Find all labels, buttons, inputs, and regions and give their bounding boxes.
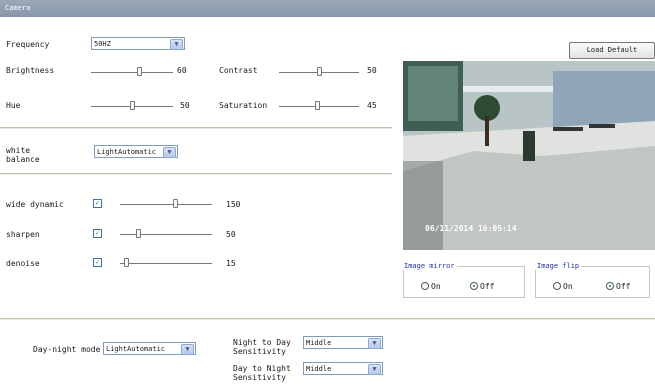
sharpen-value: 50 bbox=[226, 230, 236, 239]
wide-dynamic-slider-track[interactable] bbox=[120, 204, 212, 205]
saturation-slider-thumb[interactable] bbox=[315, 101, 320, 110]
brightness-value: 60 bbox=[177, 66, 187, 75]
video-preview: 06/11/2014 16:05:14 bbox=[403, 61, 655, 250]
day-to-night-select[interactable]: Middle ▼ bbox=[303, 362, 383, 375]
night-to-day-label: Night to Day Sensitivity bbox=[233, 338, 291, 356]
divider bbox=[0, 127, 392, 129]
day-night-mode-label: Day-night mode bbox=[33, 345, 101, 354]
divider bbox=[0, 173, 392, 175]
chevron-down-icon[interactable]: ▼ bbox=[170, 39, 183, 50]
day-to-night-label-line1: Day to Night bbox=[233, 364, 291, 373]
frequency-select[interactable]: 50HZ ▼ bbox=[91, 37, 185, 50]
panel-title: Camera bbox=[5, 4, 31, 12]
image-flip-on-label[interactable]: On bbox=[563, 282, 573, 291]
divider bbox=[0, 318, 655, 320]
day-to-night-label-line2: Sensitivity bbox=[233, 373, 286, 382]
wide-dynamic-checkbox[interactable]: ✓ bbox=[93, 199, 102, 208]
image-mirror-on-radio[interactable] bbox=[421, 282, 429, 290]
image-mirror-group bbox=[403, 266, 525, 298]
night-to-day-select[interactable]: Middle ▼ bbox=[303, 336, 383, 349]
night-to-day-label-line2: Sensitivity bbox=[233, 347, 286, 356]
image-flip-legend: Image flip bbox=[535, 262, 582, 270]
night-to-day-value: Middle bbox=[306, 339, 332, 347]
brightness-slider-thumb[interactable] bbox=[137, 67, 142, 76]
image-mirror-on-label[interactable]: On bbox=[431, 282, 441, 291]
sharpen-slider-track[interactable] bbox=[120, 234, 212, 235]
image-flip-off-radio[interactable] bbox=[606, 282, 614, 290]
panel-title-bar: Camera bbox=[0, 0, 655, 17]
denoise-checkbox[interactable]: ✓ bbox=[93, 258, 102, 267]
sharpen-checkbox[interactable]: ✓ bbox=[93, 229, 102, 238]
video-frame bbox=[403, 61, 655, 250]
chevron-down-icon[interactable]: ▼ bbox=[368, 364, 381, 375]
osd-timestamp: 06/11/2014 16:05:14 bbox=[425, 224, 517, 233]
wide-dynamic-label: wide dynamic bbox=[6, 200, 64, 209]
night-to-day-label-line1: Night to Day bbox=[233, 338, 291, 347]
day-to-night-label: Day to Night Sensitivity bbox=[233, 364, 291, 382]
day-night-mode-select[interactable]: LightAutomatic ▼ bbox=[103, 342, 196, 355]
chevron-down-icon[interactable]: ▼ bbox=[181, 344, 194, 355]
hue-label: Hue bbox=[6, 101, 21, 110]
denoise-label: denoise bbox=[6, 259, 40, 268]
image-flip-off-label[interactable]: Off bbox=[616, 282, 630, 291]
frequency-value: 50HZ bbox=[94, 40, 111, 48]
image-flip-group bbox=[535, 266, 650, 298]
hue-slider-thumb[interactable] bbox=[130, 101, 135, 110]
white-balance-select[interactable]: LightAutomatic ▼ bbox=[94, 145, 178, 158]
checkmark-icon: ✓ bbox=[95, 229, 100, 237]
day-to-night-value: Middle bbox=[306, 365, 332, 373]
chevron-down-icon[interactable]: ▼ bbox=[368, 338, 381, 349]
checkmark-icon: ✓ bbox=[95, 199, 100, 207]
load-default-button[interactable]: Load Default bbox=[569, 42, 655, 59]
chevron-down-icon[interactable]: ▼ bbox=[163, 147, 176, 158]
sharpen-label: sharpen bbox=[6, 230, 40, 239]
saturation-value: 45 bbox=[367, 101, 377, 110]
denoise-slider-thumb[interactable] bbox=[124, 258, 129, 267]
white-balance-label-line1: white bbox=[6, 146, 31, 155]
white-balance-label-line2: balance bbox=[6, 155, 40, 164]
image-flip-on-radio[interactable] bbox=[553, 282, 561, 290]
image-mirror-legend: Image mirror bbox=[402, 262, 457, 270]
image-mirror-off-radio[interactable] bbox=[470, 282, 478, 290]
contrast-slider-thumb[interactable] bbox=[317, 67, 322, 76]
frequency-label: Frequency bbox=[6, 40, 50, 49]
wide-dynamic-value: 150 bbox=[226, 200, 241, 209]
white-balance-value: LightAutomatic bbox=[97, 148, 157, 156]
brightness-slider-track[interactable] bbox=[91, 72, 173, 73]
image-mirror-off-label[interactable]: Off bbox=[480, 282, 494, 291]
sharpen-slider-thumb[interactable] bbox=[136, 229, 141, 238]
brightness-label: Brightness bbox=[6, 66, 55, 75]
day-night-mode-value: LightAutomatic bbox=[106, 345, 166, 353]
hue-value: 50 bbox=[180, 101, 190, 110]
saturation-label: Saturation bbox=[219, 101, 268, 110]
contrast-label: Contrast bbox=[219, 66, 258, 75]
white-balance-label: white balance bbox=[6, 146, 40, 164]
checkmark-icon: ✓ bbox=[95, 258, 100, 266]
denoise-value: 15 bbox=[226, 259, 236, 268]
denoise-slider-track[interactable] bbox=[120, 263, 212, 264]
wide-dynamic-slider-thumb[interactable] bbox=[173, 199, 178, 208]
contrast-value: 50 bbox=[367, 66, 377, 75]
